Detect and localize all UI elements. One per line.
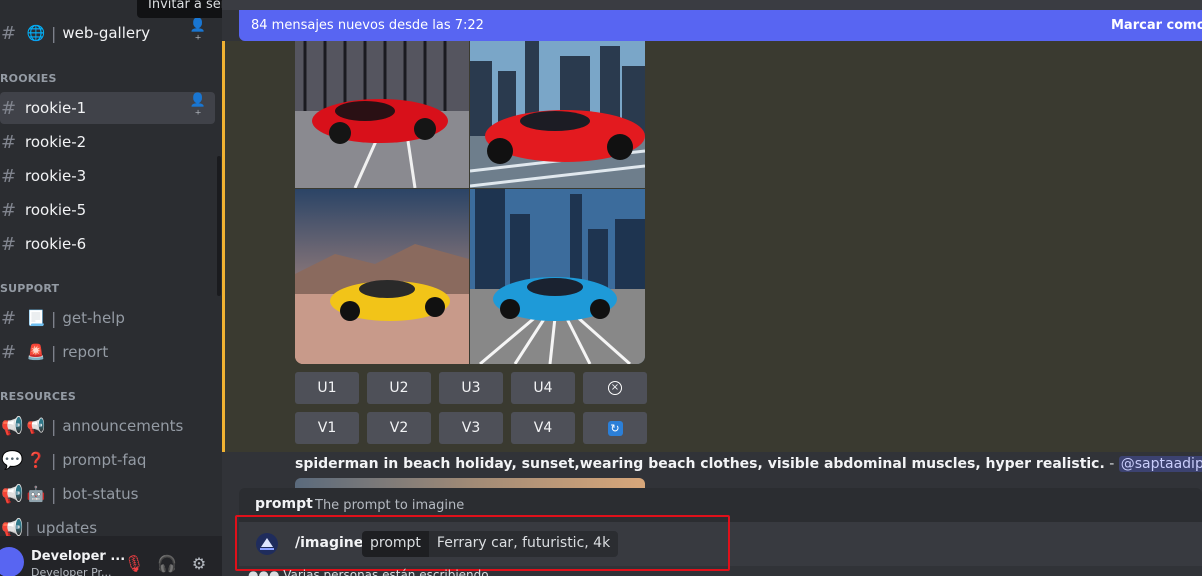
upscale-4-button[interactable]: U4	[511, 372, 575, 404]
channel-name: rookie-1	[25, 99, 87, 117]
channel-rookie-6[interactable]: # rookie-6	[0, 228, 215, 260]
siren-icon: 🚨	[26, 343, 46, 361]
channel-get-help[interactable]: # 📃 | get-help	[0, 302, 215, 334]
globe-icon: 🌐	[26, 24, 46, 42]
channel-name: get-help	[62, 309, 125, 327]
channel-name: rookie-5	[25, 201, 87, 219]
generated-image-3[interactable]	[295, 189, 469, 364]
channel-announcements[interactable]: 📢 📢 | announcements	[0, 410, 215, 442]
reroll-cancel-button[interactable]: ×	[583, 372, 647, 404]
highlight-annotation-box	[235, 515, 730, 571]
variation-4-button[interactable]: V4	[511, 412, 575, 444]
channel-rookie-2[interactable]: # rookie-2	[0, 126, 215, 158]
channel-name: rookie-2	[25, 133, 87, 151]
announcement-channel-icon: 📢	[1, 415, 24, 437]
megaphone-icon: 📢	[26, 417, 46, 435]
text-channel-icon: #	[1, 307, 17, 329]
yellow-sportscar-image	[295, 189, 469, 364]
typing-dots-icon: ●●●	[248, 568, 284, 576]
variation-1-button[interactable]: V1	[295, 412, 359, 444]
message-text: spiderman in beach holiday, sunset,weari…	[295, 456, 1202, 472]
channel-report[interactable]: # 🚨 | report	[0, 336, 215, 368]
text-channel-icon: #	[1, 22, 17, 44]
channel-name: prompt-faq	[62, 451, 147, 469]
channel-prompt-faq[interactable]: 💬 ❓ | prompt-faq	[0, 444, 215, 476]
refresh-icon: ↻	[607, 420, 623, 436]
channel-rookie-5[interactable]: # rookie-5	[0, 194, 215, 226]
separator: |	[51, 342, 57, 362]
settings-gear-icon[interactable]: ⚙	[189, 553, 209, 573]
red-sportscar-image	[295, 41, 469, 188]
option-name: prompt	[255, 496, 313, 512]
channel-bot-status[interactable]: 📢 🤖 | bot-status	[0, 478, 215, 510]
separator: |	[51, 484, 57, 504]
user-mention[interactable]: @saptaadiputra	[1118, 456, 1202, 472]
new-messages-bar[interactable]: 84 mensajes nuevos desde las 7:22 Marcar…	[239, 10, 1202, 41]
question-icon: ❓	[26, 451, 46, 469]
document-icon: 📃	[26, 309, 46, 327]
channel-name: rookie-6	[25, 235, 87, 253]
generated-image-4[interactable]	[470, 189, 645, 364]
sidebar-scrollbar[interactable]	[217, 156, 221, 296]
image-grid[interactable]	[295, 41, 645, 364]
category-resources[interactable]: RESOURCES	[0, 390, 76, 403]
invite-user-icon[interactable]: 👤⁺	[187, 93, 209, 123]
robot-icon: 🤖	[26, 485, 46, 503]
text-channel-icon: #	[1, 199, 17, 221]
channel-rookie-1[interactable]: # rookie-1 👤⁺	[0, 92, 215, 124]
option-description: The prompt to imagine	[315, 498, 465, 513]
separator: |	[51, 23, 57, 43]
text-channel-icon: #	[1, 341, 17, 363]
channel-sidebar: Invitar a servidor # 🌐 | web-gallery 👤⁺ …	[0, 0, 222, 576]
generated-image-2[interactable]	[470, 41, 645, 188]
reroll-button[interactable]: ↻	[583, 412, 647, 444]
channel-name: report	[62, 343, 109, 361]
mute-microphone-icon[interactable]: 🎙	[124, 553, 144, 573]
variation-2-button[interactable]: V2	[367, 412, 431, 444]
typing-text: Varias personas están escribiendo...	[283, 568, 500, 576]
typing-indicator: ●●● Varias personas están escribiendo...	[248, 568, 500, 576]
blue-sportscar-image	[470, 189, 645, 364]
header-edge	[222, 0, 1202, 10]
separator: |	[51, 308, 57, 328]
invite-tooltip: Invitar a servidor	[137, 0, 222, 18]
upscale-3-button[interactable]: U3	[439, 372, 503, 404]
separator: |	[51, 416, 57, 436]
category-rookies[interactable]: ROOKIES	[0, 72, 57, 85]
user-name: Developer ...	[31, 549, 126, 564]
channel-name: announcements	[62, 417, 184, 435]
avatar[interactable]	[0, 547, 24, 576]
text-channel-icon: #	[1, 97, 17, 119]
generated-image-1[interactable]	[295, 41, 469, 188]
category-support[interactable]: SUPPORT	[0, 282, 59, 295]
user-status: Developer Pr...	[31, 566, 112, 576]
new-messages-text: 84 mensajes nuevos desde las 7:22	[251, 18, 484, 33]
prompt-text: spiderman in beach holiday, sunset,weari…	[295, 456, 1105, 472]
channel-rookie-3[interactable]: # rookie-3	[0, 160, 215, 192]
mark-as-read-button[interactable]: Marcar como le	[1111, 18, 1202, 33]
announcement-channel-icon: 📢	[1, 483, 24, 505]
separator: |	[25, 518, 31, 538]
channel-web-gallery[interactable]: # 🌐 | web-gallery 👤⁺	[0, 17, 215, 49]
headphones-icon[interactable]: 🎧	[157, 553, 177, 573]
cancel-icon: ×	[608, 381, 622, 395]
channel-name: bot-status	[62, 485, 139, 503]
forum-channel-icon: 💬	[1, 449, 24, 471]
red-sportscar-city-image	[470, 41, 645, 188]
invite-user-icon[interactable]: 👤⁺	[187, 18, 209, 48]
chat-area: U1 U2 U3 U4 × V1 V2 V3 V4 ↻ spiderman in…	[222, 0, 1202, 576]
text-channel-icon: #	[1, 131, 17, 153]
channel-name: rookie-3	[25, 167, 87, 185]
dash-separator: -	[1104, 456, 1119, 472]
separator: |	[51, 450, 57, 470]
variation-3-button[interactable]: V3	[439, 412, 503, 444]
upscale-2-button[interactable]: U2	[367, 372, 431, 404]
text-channel-icon: #	[1, 165, 17, 187]
text-channel-icon: #	[1, 233, 17, 255]
upscale-1-button[interactable]: U1	[295, 372, 359, 404]
channel-name: web-gallery	[62, 24, 151, 42]
channel-name: updates	[36, 519, 98, 537]
